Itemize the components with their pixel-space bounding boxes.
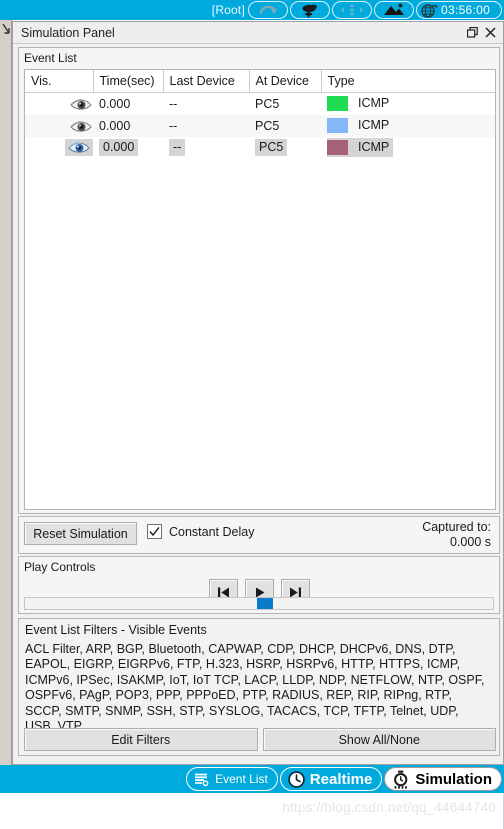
undo-button[interactable] (248, 1, 288, 19)
filters-button-row: Edit Filters Show All/None (24, 728, 496, 751)
event-list-table-wrap[interactable]: Vis. Time(sec) Last Device At Device Typ… (24, 69, 496, 510)
cell-last-device: -- (169, 96, 178, 111)
cell-vis[interactable] (25, 114, 93, 137)
reset-simulation-button[interactable]: Reset Simulation (24, 522, 137, 545)
collapse-arrow-icon[interactable] (1, 22, 11, 36)
realtime-clock[interactable]: 03:56:00 (416, 1, 502, 19)
simulation-panel-window: Simulation Panel Event List Vis. Time(se… (12, 21, 504, 765)
realtime-mode-button[interactable]: Realtime (279, 767, 383, 791)
constant-delay-checkbox[interactable] (147, 524, 162, 539)
cell-last-device: -- (163, 114, 249, 137)
type-label: ICMP (358, 96, 390, 110)
event-list-table: Vis. Time(sec) Last Device At Device Typ… (25, 70, 495, 159)
type-color-swatch (327, 96, 348, 111)
show-all-none-button[interactable]: Show All/None (262, 728, 496, 751)
table-row[interactable]: 0.000 -- PC5 ICMP (25, 136, 495, 159)
move-layout-icon (341, 4, 363, 16)
set-background-icon (384, 3, 404, 15)
type-label: ICMP (358, 140, 390, 154)
captured-to-value: 0.000 s (449, 535, 491, 549)
captured-to-readout: Captured to: 0.000 s (422, 520, 491, 550)
play-controls-group: Play Controls (18, 556, 500, 614)
eye-icon[interactable] (67, 141, 91, 154)
eye-icon[interactable] (69, 98, 93, 111)
captured-to-label: Captured to: (422, 520, 491, 534)
simulation-mode-button[interactable]: Simulation (384, 767, 502, 791)
constant-delay-control[interactable]: Constant Delay (147, 524, 254, 539)
close-button[interactable] (481, 24, 499, 42)
add-pdu-button[interactable] (290, 1, 330, 19)
event-list-filters-group: Event List Filters - Visible Events ACL … (18, 618, 500, 756)
event-list-body: 0.000 -- PC5 ICMP 0.000 -- PC5 ICMP 0.00… (25, 92, 495, 159)
cell-at-device: PC5 (255, 96, 280, 111)
watermark-text: https://blog.csdn.net/qq_44644740 (282, 800, 496, 815)
event-list-group: Event List Vis. Time(sec) Last Device At… (18, 47, 500, 514)
restore-button[interactable] (463, 24, 481, 42)
visible-events-list: ACL Filter, ARP, BGP, Bluetooth, CAPWAP,… (25, 642, 485, 734)
play-controls-title: Play Controls (24, 560, 96, 574)
restore-icon (466, 27, 478, 38)
cell-time: 0.000 (93, 136, 163, 159)
event-list-toggle-button[interactable]: Event List (186, 767, 278, 791)
filters-title: Event List Filters - Visible Events (25, 623, 207, 637)
cell-time: 0.000 (99, 96, 131, 111)
top-toolbar: [Root] 03:56:00 (0, 0, 504, 20)
set-background-button[interactable] (374, 1, 414, 19)
bottom-mode-bar: Event List Realtime Simulation (0, 765, 504, 793)
clock-icon (287, 770, 305, 788)
page-title: Simulation Panel (21, 25, 115, 40)
cell-vis[interactable] (25, 92, 93, 115)
left-rail[interactable] (0, 20, 12, 765)
globe-icon (421, 3, 438, 18)
column-header-time[interactable]: Time(sec) (93, 70, 164, 93)
stopwatch-icon (394, 770, 408, 789)
column-header-at-device[interactable]: At Device (249, 70, 322, 93)
event-list-icon (195, 773, 209, 786)
type-color-swatch (327, 118, 348, 133)
root-label: [Root] (211, 3, 245, 17)
type-color-swatch (327, 140, 348, 155)
move-layout-button[interactable] (332, 1, 372, 19)
play-speed-scrollbar-thumb[interactable] (257, 598, 273, 609)
cell-type: ICMP (321, 92, 495, 115)
eye-icon[interactable] (69, 120, 93, 133)
realtime-mode-label: Realtime (309, 770, 373, 788)
cell-at-device: PC5 (249, 114, 321, 137)
cell-time: 0.000 (93, 114, 163, 137)
column-header-type[interactable]: Type (321, 70, 495, 93)
cell-type: ICMP (321, 136, 495, 159)
table-header-row: Vis. Time(sec) Last Device At Device Typ… (25, 70, 495, 93)
cell-at-device: PC5 (249, 136, 321, 159)
event-list-title: Event List (24, 51, 77, 65)
table-row[interactable]: 0.000 -- PC5 ICMP (25, 114, 495, 137)
simulation-mode-label: Simulation (415, 770, 492, 788)
close-icon (484, 27, 496, 38)
type-label: ICMP (358, 118, 390, 132)
constant-delay-label: Constant Delay (169, 524, 255, 539)
table-row[interactable]: 0.000 -- PC5 ICMP (25, 92, 495, 115)
cell-type: ICMP (321, 114, 495, 137)
cell-vis[interactable] (25, 136, 93, 159)
event-list-toggle-label: Event List (215, 772, 268, 786)
checkmark-icon (149, 526, 160, 537)
undo-icon (259, 5, 278, 15)
add-cloud-icon (302, 4, 317, 17)
simulation-panel-titlebar: Simulation Panel (13, 22, 503, 44)
edit-filters-button[interactable]: Edit Filters (24, 728, 258, 751)
clock-text: 03:56:00 (441, 3, 491, 17)
column-header-last-device[interactable]: Last Device (163, 70, 250, 93)
play-speed-scrollbar[interactable] (24, 597, 494, 610)
reset-bar-group: Reset Simulation Constant Delay Captured… (18, 516, 500, 554)
column-header-vis[interactable]: Vis. (25, 70, 94, 93)
cell-last-device: -- (163, 136, 249, 159)
